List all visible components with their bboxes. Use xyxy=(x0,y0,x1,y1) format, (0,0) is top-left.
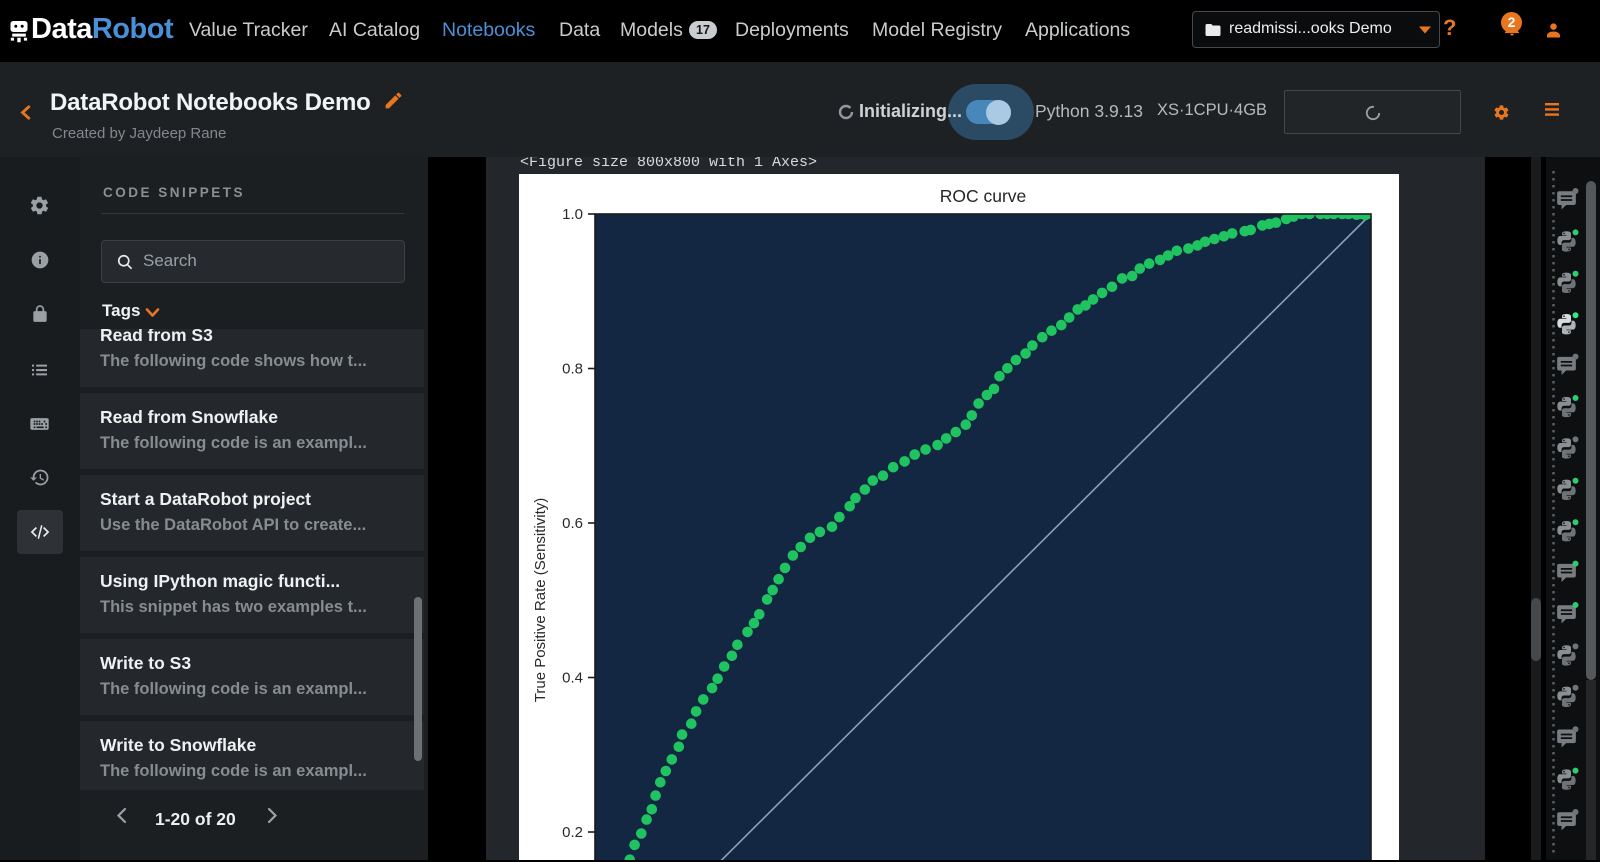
svg-text:1.0: 1.0 xyxy=(562,206,583,223)
svg-text:0.6: 0.6 xyxy=(562,515,583,532)
svg-text:ROC curve: ROC curve xyxy=(940,186,1027,206)
svg-text:0.8: 0.8 xyxy=(562,361,583,378)
svg-text:0.4: 0.4 xyxy=(562,670,583,687)
svg-text:True Positive Rate (Sensitivit: True Positive Rate (Sensitivity) xyxy=(532,498,549,703)
svg-text:0.2: 0.2 xyxy=(562,824,583,841)
